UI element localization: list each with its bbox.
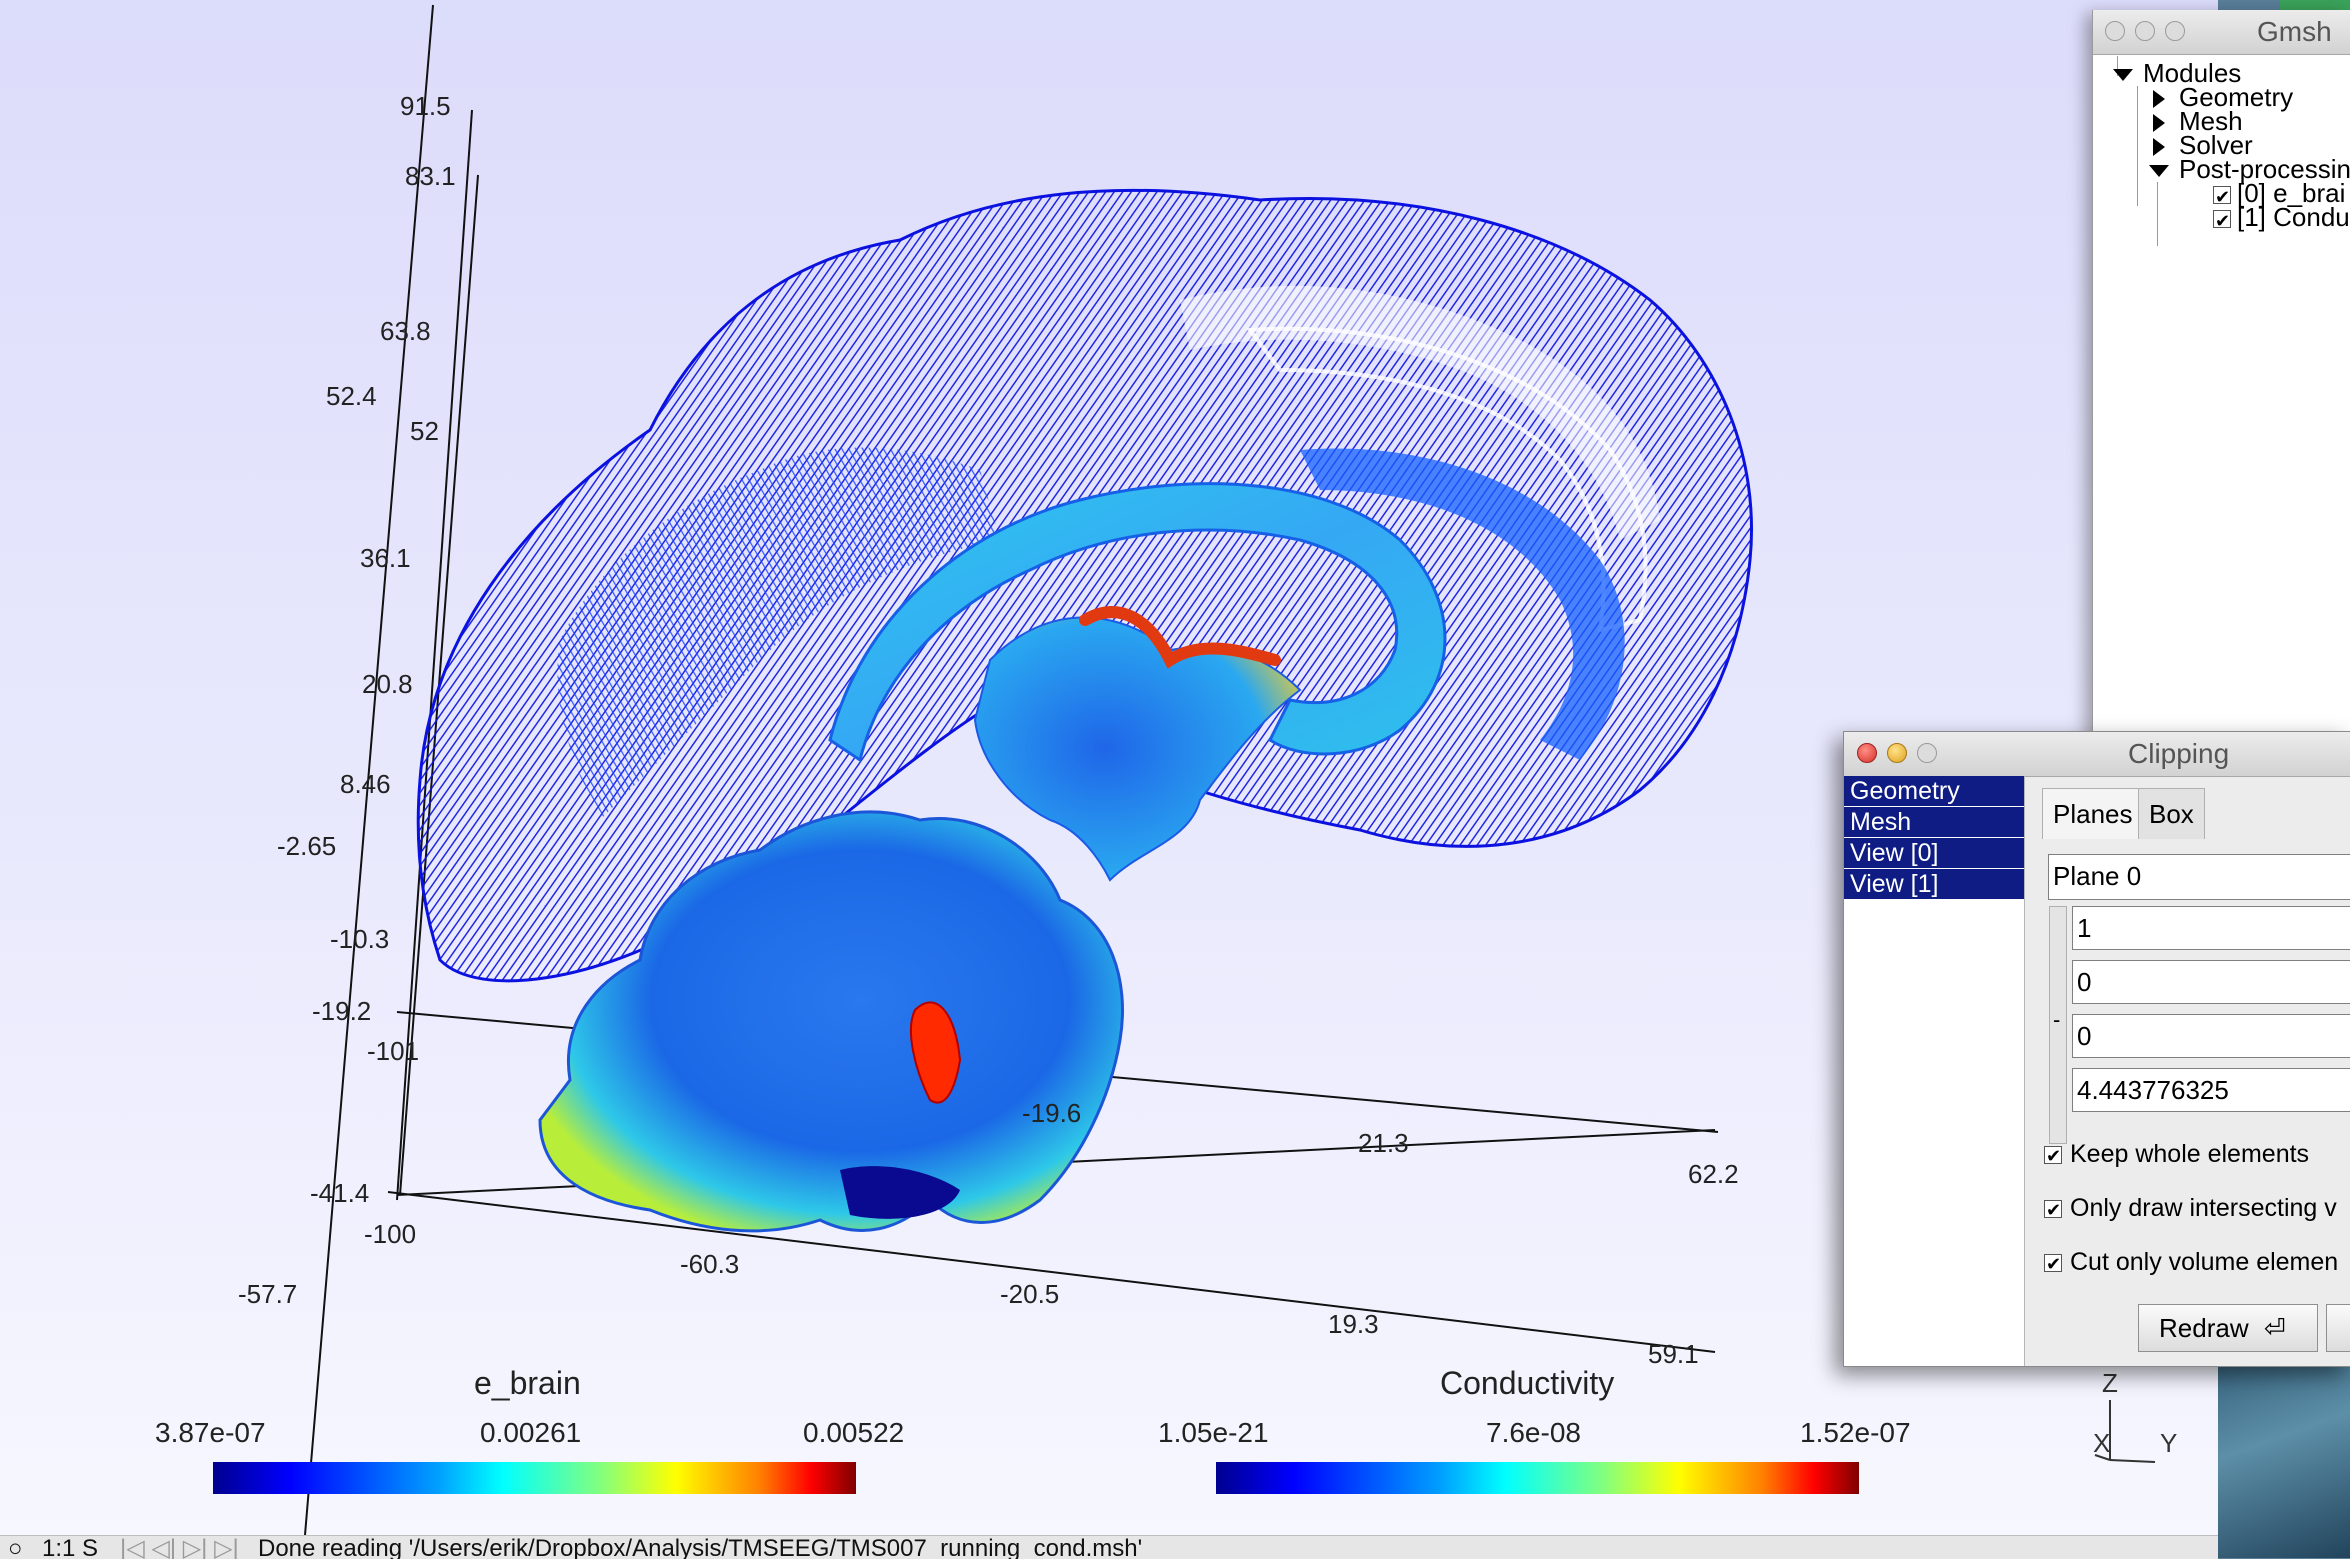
clip-settings-panel: Planes Box Plane 0 - 1 0 0 4.443776325 K…	[2034, 776, 2350, 1366]
clip-target-list: Geometry Mesh View [0] View [1]	[1844, 776, 2025, 1366]
axis-y-label: Y	[2160, 1428, 2177, 1458]
animation-controls[interactable]: |◁ ◁| ▷| ▷|	[120, 1536, 239, 1559]
gmsh-titlebar[interactable]: Gmsh	[2093, 10, 2350, 55]
v-tick: 83.1	[405, 161, 456, 191]
extra-button[interactable]	[2326, 1304, 2350, 1352]
status-message: Done reading '/Users/erik/Dropbox/Analys…	[258, 1535, 1143, 1559]
zoom-button[interactable]	[1917, 743, 1937, 763]
view-1-checkbox[interactable]	[2213, 205, 2231, 239]
only-draw-intersecting-option[interactable]: Only draw intersecting v	[2044, 1192, 2337, 1227]
bottom-tick: 59.1	[1648, 1339, 1699, 1369]
coefficient-b-field[interactable]: 0	[2072, 960, 2350, 1004]
v-tick: -2.65	[277, 831, 336, 861]
colorbar-label: 0.00522	[803, 1417, 904, 1448]
v-tick: -57.7	[238, 1279, 297, 1309]
list-item-mesh[interactable]: Mesh	[1844, 807, 2024, 838]
front-tick: 21.3	[1358, 1128, 1409, 1158]
v-tick: 52	[410, 416, 439, 446]
v-tick: 20.8	[362, 669, 413, 699]
keep-whole-elements-option[interactable]: Keep whole elements	[2044, 1138, 2310, 1173]
tab-planes[interactable]: Planes	[2042, 788, 2144, 839]
v-tick: 8.46	[340, 769, 391, 799]
list-item-view-0[interactable]: View [0]	[1844, 838, 2024, 869]
axis-x-label: X	[2093, 1428, 2110, 1458]
tree-label: [1] Condu	[2237, 202, 2350, 232]
plane-coefficient-stepper[interactable]: -	[2049, 906, 2067, 1144]
coefficient-d-field[interactable]: 4.443776325	[2072, 1068, 2350, 1112]
colorbar-e-brain: e_brain 3.87e-07 0.00261 0.00522	[155, 1365, 904, 1494]
minimize-button[interactable]	[1887, 743, 1907, 763]
window-title: Clipping	[2128, 738, 2230, 769]
list-item-geometry[interactable]: Geometry	[1844, 776, 2024, 807]
minimize-button[interactable]	[2135, 21, 2155, 41]
colorbar-label: 7.6e-08	[1486, 1417, 1581, 1448]
redraw-button[interactable]: Redraw ⏎	[2138, 1304, 2318, 1352]
cut-only-volume-option[interactable]: Cut only volume elemen	[2044, 1246, 2339, 1281]
option-label: Keep whole elements	[2070, 1140, 2310, 1168]
stepper-label: -	[2053, 1007, 2061, 1032]
checkbox[interactable]	[2044, 1195, 2062, 1227]
bottom-tick: 19.3	[1328, 1309, 1379, 1339]
v-tick: 91.5	[400, 91, 451, 121]
redraw-label: Redraw	[2159, 1313, 2249, 1343]
v-tick: -41.4	[310, 1178, 369, 1208]
module-tree: Modules Geometry Mesh Solver Post-proces…	[2093, 54, 2350, 740]
clipping-window: Clipping Geometry Mesh View [0] View [1]…	[1843, 731, 2350, 1367]
front-tick: -19.6	[1022, 1098, 1081, 1128]
front-tick: 62.2	[1688, 1159, 1739, 1189]
list-item-view-1[interactable]: View [1]	[1844, 869, 2024, 900]
status-circle-icon: ○	[8, 1535, 23, 1559]
v-tick: 63.8	[380, 316, 431, 346]
expanded-triangle-icon[interactable]	[2113, 69, 2133, 82]
colorbar-label: 1.05e-21	[1158, 1417, 1269, 1448]
colorbar-gradient	[213, 1462, 856, 1494]
coefficient-c-field[interactable]: 0	[2072, 1014, 2350, 1058]
front-tick: -101	[367, 1036, 419, 1066]
desktop-background	[2218, 1340, 2350, 1558]
colorbar-conductivity: Conductivity 1.05e-21 7.6e-08 1.52e-07	[1158, 1365, 1911, 1494]
colorbar-gradient	[1216, 1462, 1859, 1494]
expanded-triangle-icon[interactable]	[2149, 165, 2169, 178]
colorbar-title: e_brain	[474, 1365, 581, 1401]
zoom-button[interactable]	[2165, 21, 2185, 41]
v-tick: 52.4	[326, 381, 377, 411]
return-arrow-icon: ⏎	[2263, 1314, 2286, 1344]
coefficient-a-field[interactable]: 1	[2072, 906, 2350, 950]
tab-box[interactable]: Box	[2138, 788, 2205, 839]
close-button[interactable]	[2105, 21, 2125, 41]
bottom-tick: -60.3	[680, 1249, 739, 1279]
v-tick: -19.2	[312, 996, 371, 1026]
axis-z-label: Z	[2102, 1368, 2118, 1398]
v-tick: -10.3	[330, 924, 389, 954]
colorbar-label: 0.00261	[480, 1417, 581, 1448]
bottom-tick: -100	[364, 1219, 416, 1249]
colorbar-label: 1.52e-07	[1800, 1417, 1911, 1448]
tree-item-view-1[interactable]: [1] Condu	[2213, 200, 2350, 239]
option-label: Only draw intersecting v	[2070, 1194, 2337, 1222]
brain-cortex	[416, 188, 1754, 983]
clipping-titlebar[interactable]: Clipping	[1844, 732, 2350, 777]
close-button[interactable]	[1857, 743, 1877, 763]
plane-select[interactable]: Plane 0	[2048, 854, 2350, 900]
colorbar-label: 3.87e-07	[155, 1417, 266, 1448]
gmsh-window: Gmsh Modules Geometry Mesh Solver Post-p…	[2092, 10, 2350, 740]
window-title: Gmsh	[2257, 16, 2332, 47]
option-label: Cut only volume elemen	[2070, 1248, 2339, 1276]
orientation-axes: Z X Y	[2093, 1368, 2177, 1463]
v-tick: 36.1	[360, 543, 411, 573]
bottom-tick: -20.5	[1000, 1279, 1059, 1309]
colorbar-title: Conductivity	[1440, 1365, 1614, 1401]
checkbox[interactable]	[2044, 1249, 2062, 1281]
status-bar: ○ 1:1 S |◁ ◁| ▷| ▷| Done reading '/Users…	[0, 1535, 2218, 1559]
zoom-label[interactable]: 1:1 S	[42, 1536, 98, 1559]
checkbox[interactable]	[2044, 1141, 2062, 1173]
